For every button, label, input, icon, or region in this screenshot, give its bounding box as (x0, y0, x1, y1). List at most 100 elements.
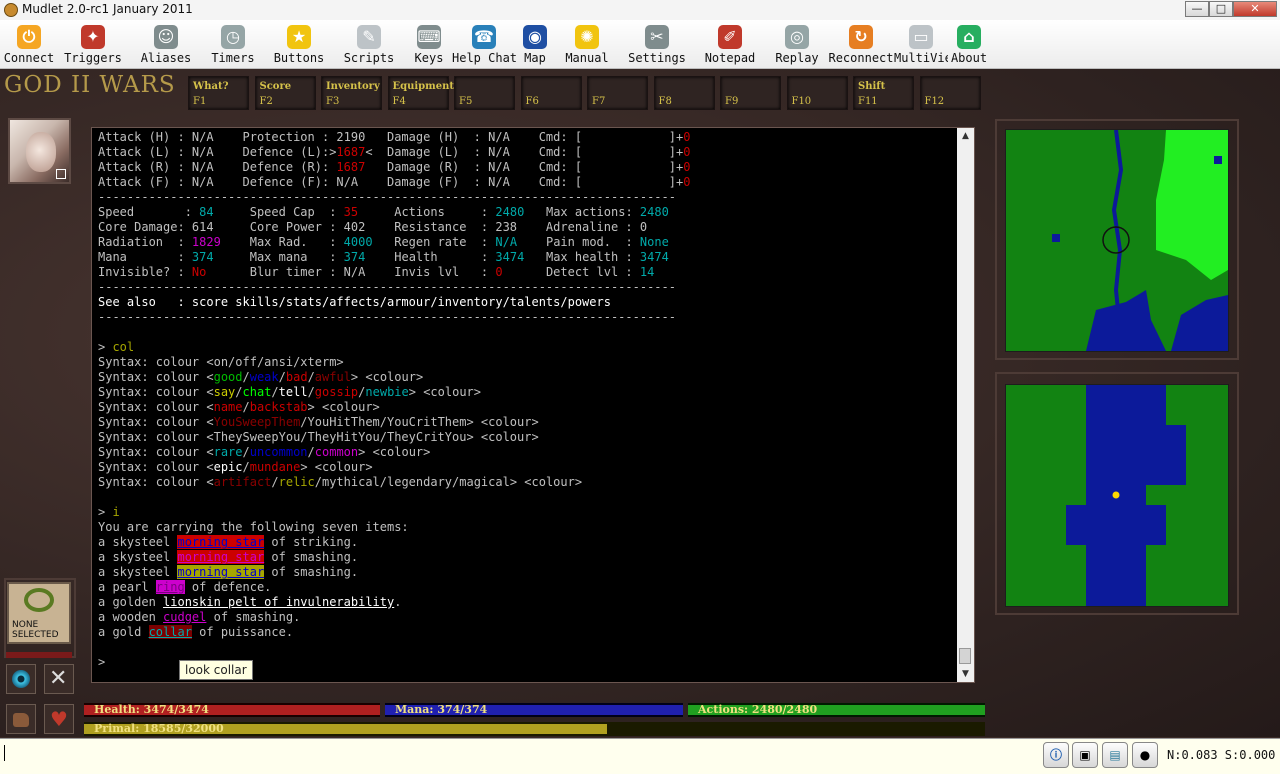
actions-bar: Actions: 2480/2480 (688, 703, 985, 717)
console-line: Syntax: colour <say/chat/tell/gossip/new… (98, 385, 956, 400)
toolbar-button-aliases[interactable]: ☺ Aliases (138, 22, 194, 66)
toolbar-button-multiview[interactable]: ▭ MultiView (894, 22, 948, 66)
console-text: N/A (495, 235, 518, 249)
save-profile-button[interactable]: ▤ (1102, 742, 1128, 768)
boots-icon (13, 713, 29, 727)
item-link[interactable]: morning star (177, 565, 265, 579)
log-button[interactable]: ● (1132, 742, 1158, 768)
item-link[interactable]: cudgel (163, 610, 206, 624)
toolbar-button-help-chat[interactable]: ☎ Help Chat (452, 22, 516, 66)
toolbar-button-timers[interactable]: ◷ Timers (206, 22, 260, 66)
console-text: Damage (R) : N/A Cmd: [ ]+ (365, 160, 684, 174)
target-status-line-2: SELECTED (12, 630, 59, 640)
heart-icon: ♥ (50, 707, 68, 731)
eye-button[interactable] (6, 664, 36, 694)
heart-button[interactable]: ♥ (44, 704, 74, 734)
toolbar-button-keys[interactable]: ⌨ Keys (406, 22, 452, 66)
toolbar-button-triggers[interactable]: ✦ Triggers (62, 22, 124, 66)
fkey-f4[interactable]: Equipment F4 (387, 76, 454, 110)
console-text: 0 (683, 160, 691, 174)
target-selector[interactable]: NONE SELECTED (7, 582, 71, 644)
local-map[interactable] (1005, 384, 1229, 607)
aliases-icon: ☺ (154, 25, 178, 49)
fkey-f3[interactable]: Inventory F3 (321, 76, 382, 110)
console-text: Speed Cap : (213, 205, 344, 219)
toolbar-button-replay[interactable]: ◎ Replay (766, 22, 828, 66)
toolbar-button-about[interactable]: ⌂ About (948, 22, 990, 66)
fkey-key: F1 (193, 96, 207, 107)
console-text: Syntax: colour < (98, 415, 214, 429)
maximize-button[interactable]: □ (1209, 1, 1233, 17)
combat-button[interactable]: ✕ (44, 664, 74, 694)
console-text: /mythical/legendary/magical> <colour> (314, 475, 583, 489)
fkey-f2[interactable]: Score F2 (254, 76, 316, 110)
item-link[interactable]: ring (155, 580, 185, 594)
item-link[interactable]: morning star (177, 550, 265, 564)
item-link[interactable]: collar (148, 625, 192, 639)
console-text: i (112, 505, 120, 519)
scroll-up-icon[interactable]: ▲ (957, 128, 974, 144)
overview-map[interactable] (1005, 129, 1229, 352)
console-text: > (98, 340, 113, 354)
toolbar-label: Settings (628, 51, 686, 65)
console-text: uncommon (249, 445, 308, 459)
expand-icon[interactable] (56, 169, 66, 179)
character-portrait[interactable] (8, 118, 71, 184)
fkey-f1[interactable]: What? F1 (188, 76, 249, 110)
health-bar: Health: 3474/3474 (84, 703, 380, 717)
toolbar-label: Scripts (343, 51, 395, 65)
console-text: 3474 (639, 250, 669, 264)
item-link[interactable]: lionskin pelt of invulnerability (163, 595, 394, 609)
boots-button[interactable] (6, 704, 36, 734)
fkey-f10[interactable]: F10 (786, 76, 848, 110)
console-text: of puissance. (191, 625, 294, 639)
command-input[interactable] (0, 738, 1040, 774)
target-status-line-1: NONE (12, 620, 39, 630)
main-console[interactable]: Attack (H) : N/A Protection : 2190 Damag… (91, 127, 975, 683)
local-map-graphic (1006, 385, 1228, 606)
map-pond (1052, 234, 1060, 242)
fkey-f6[interactable]: F6 (520, 76, 582, 110)
target-health-strip (6, 652, 72, 658)
record-button[interactable]: ▣ (1072, 742, 1098, 768)
fkey-f11[interactable]: Shift F11 (853, 76, 914, 110)
close-button[interactable]: ✕ (1233, 1, 1277, 17)
fkey-f5[interactable]: F5 (454, 76, 515, 110)
primal-label: Primal: 18585/32000 (94, 722, 224, 735)
scroll-thumb[interactable] (959, 648, 971, 664)
console-text: < Damage (L) : N/A Cmd: [ ]+ (365, 145, 684, 159)
toolbar-button-reconnect[interactable]: ↻ Reconnect (828, 22, 894, 66)
fkey-f12[interactable]: F12 (919, 76, 981, 110)
eye-icon (12, 670, 30, 688)
console-text: tell (278, 385, 308, 399)
console-text: /YouHitThem/YouCritThem> <colour> (300, 415, 539, 429)
toolbar-button-scripts[interactable]: ✎ Scripts (340, 22, 398, 66)
console-text: Speed : (98, 205, 200, 219)
console-text: Syntax: colour < (98, 475, 214, 489)
item-link[interactable]: morning star (177, 535, 265, 549)
console-text: > (98, 655, 113, 669)
fkey-key: F8 (658, 96, 672, 107)
map-pond-2 (1214, 156, 1222, 164)
fkey-title: Score (259, 81, 292, 92)
console-line: a skysteel morning star of smashing. (98, 565, 956, 580)
info-button[interactable]: ⓘ (1043, 742, 1069, 768)
console-line: Syntax: colour <TheySweepYou/TheyHitYou/… (98, 430, 956, 445)
console-scrollbar[interactable]: ▲ ▼ (957, 128, 974, 682)
console-text: Mana : (98, 250, 192, 264)
fkey-f9[interactable]: F9 (720, 76, 781, 110)
scroll-down-icon[interactable]: ▼ (957, 666, 974, 682)
console-text: > <colour> (408, 385, 481, 399)
fkey-f7[interactable]: F7 (587, 76, 648, 110)
toolbar-button-map[interactable]: ◉ Map (514, 22, 556, 66)
toolbar-button-settings[interactable]: ✂ Settings (622, 22, 692, 66)
toolbar-button-buttons[interactable]: ★ Buttons (268, 22, 330, 66)
toolbar-button-connect[interactable]: ⏻ Connect (2, 22, 56, 66)
console-text: name (213, 400, 243, 414)
toolbar-button-manual[interactable]: ✺ Manual (558, 22, 616, 66)
minimize-button[interactable]: — (1185, 1, 1209, 17)
toolbar-button-notepad[interactable]: ✐ Notepad (700, 22, 760, 66)
player-dot (1112, 491, 1120, 499)
fkey-f8[interactable]: F8 (653, 76, 715, 110)
console-line: Attack (L) : N/A Defence (L):>1687< Dama… (98, 145, 956, 160)
